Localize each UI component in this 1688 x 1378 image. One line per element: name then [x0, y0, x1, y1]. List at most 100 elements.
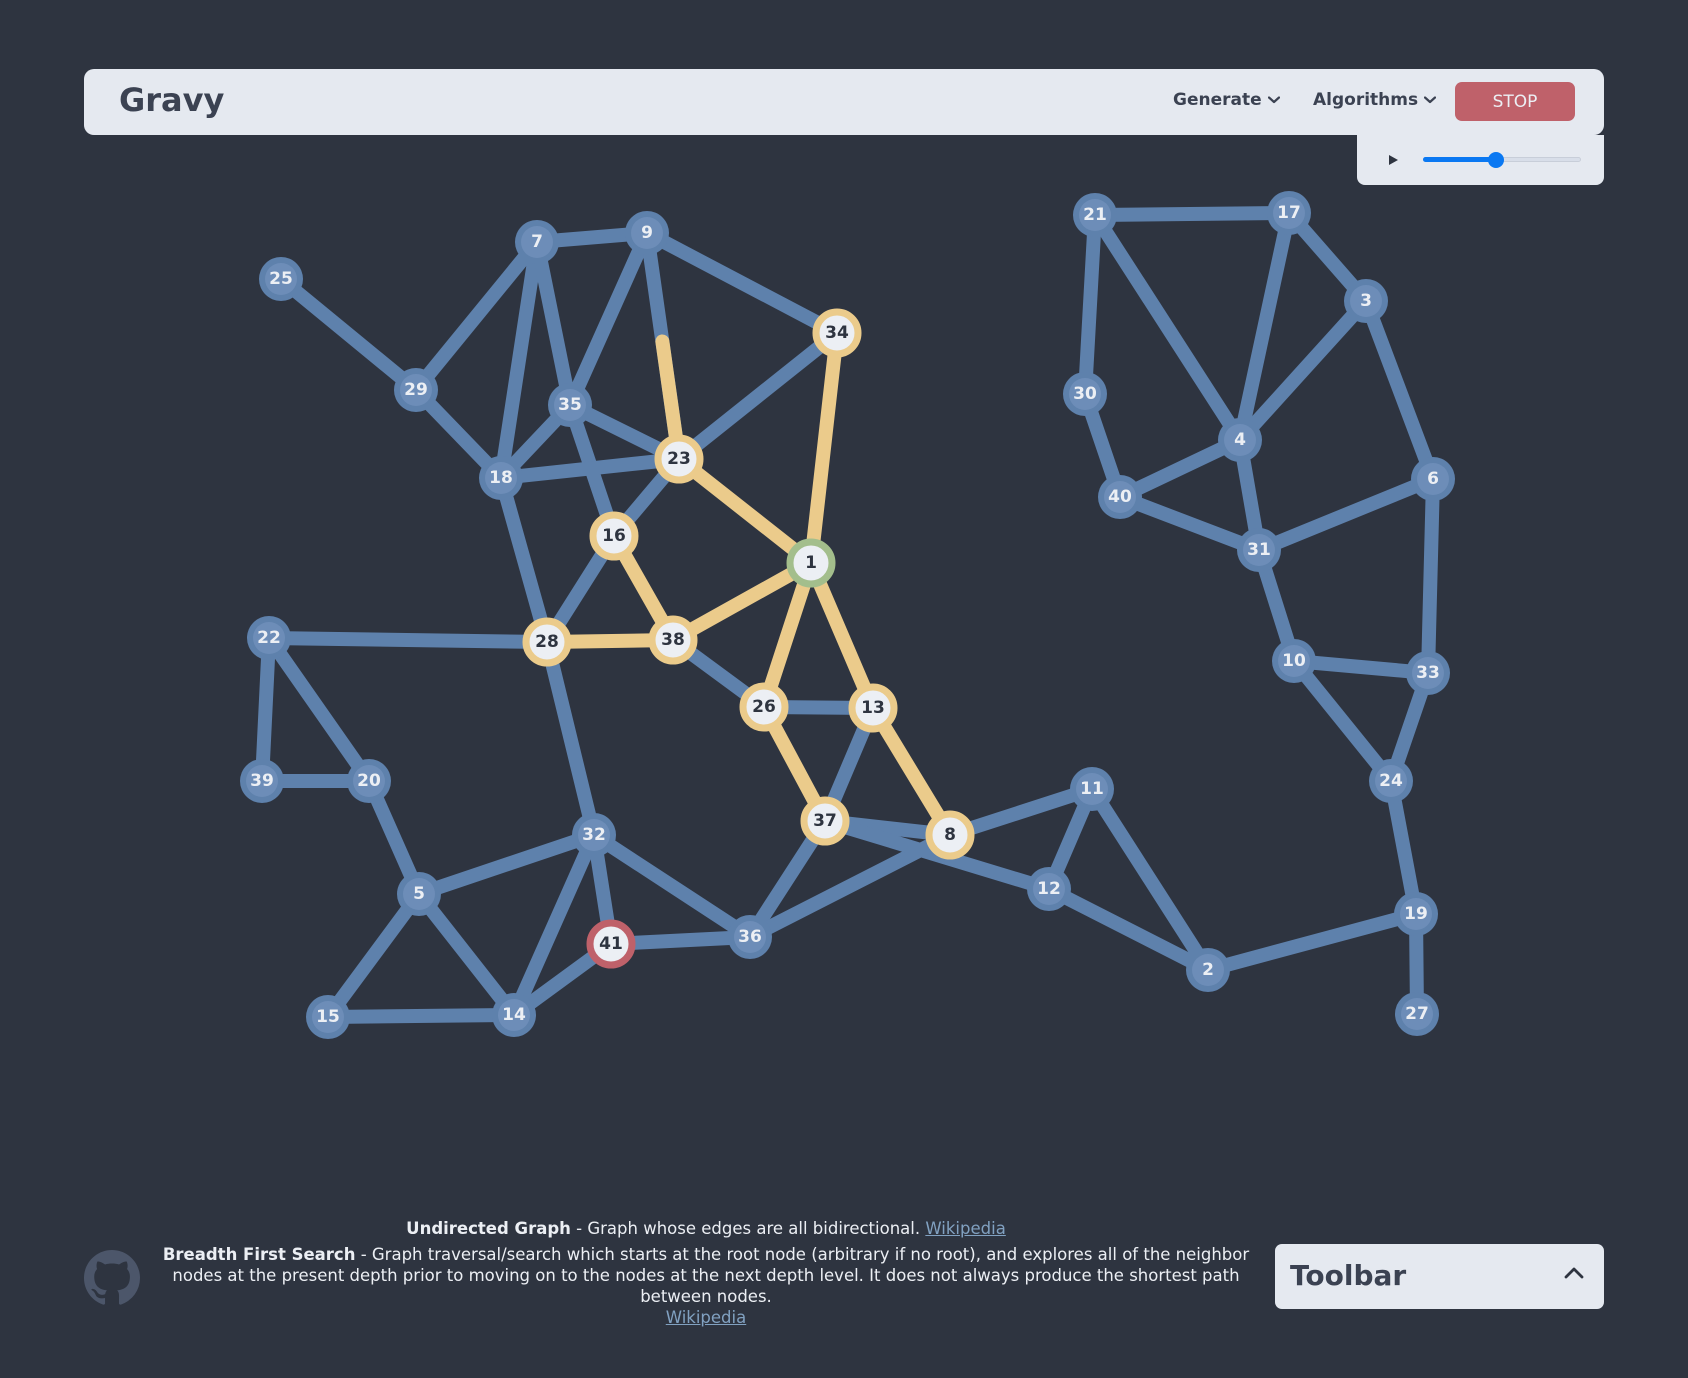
- node-label: 31: [1247, 540, 1271, 560]
- node-40[interactable]: 40: [1098, 475, 1142, 519]
- node-9[interactable]: 9: [625, 211, 669, 255]
- node-6[interactable]: 6: [1411, 457, 1455, 501]
- stop-button[interactable]: STOP: [1455, 82, 1575, 121]
- node-16[interactable]: 16: [589, 511, 639, 561]
- node-label: 41: [599, 934, 623, 954]
- node-35[interactable]: 35: [548, 383, 592, 427]
- toolbar-toggle[interactable]: Toolbar: [1275, 1244, 1604, 1309]
- edge-21-30: [1078, 208, 1102, 401]
- node-label: 40: [1108, 487, 1132, 507]
- edge-22-28: [262, 631, 554, 649]
- node-41[interactable]: 41: [586, 919, 636, 969]
- node-label: 1: [805, 553, 817, 573]
- node-label: 22: [257, 628, 281, 648]
- node-11[interactable]: 11: [1070, 767, 1114, 811]
- edge-18-23: [494, 452, 686, 485]
- node-29[interactable]: 29: [394, 368, 438, 412]
- node-7[interactable]: 7: [515, 220, 559, 264]
- node-31[interactable]: 31: [1237, 528, 1281, 572]
- node-label: 28: [535, 632, 559, 652]
- node-10[interactable]: 10: [1272, 639, 1316, 683]
- node-label: 32: [582, 825, 606, 845]
- node-21[interactable]: 21: [1073, 193, 1117, 237]
- github-link[interactable]: [84, 1250, 140, 1306]
- node-18[interactable]: 18: [479, 456, 523, 500]
- toolbar-title: Toolbar: [1290, 1259, 1407, 1292]
- chevron-down-icon: [1267, 96, 1280, 104]
- node-37[interactable]: 37: [800, 796, 850, 846]
- chevron-down-icon: [1424, 96, 1437, 104]
- node-19[interactable]: 19: [1394, 892, 1438, 936]
- play-button[interactable]: [1381, 148, 1405, 172]
- edge-40-31: [1113, 490, 1266, 557]
- node-34[interactable]: 34: [812, 308, 862, 358]
- node-30[interactable]: 30: [1063, 372, 1107, 416]
- graph-canvas[interactable]: 1234567891011121314151617181920212223242…: [0, 0, 1688, 1378]
- node-33[interactable]: 33: [1406, 651, 1450, 695]
- edge-28-32: [540, 635, 601, 842]
- node-8[interactable]: 8: [925, 810, 975, 860]
- node-label: 13: [861, 698, 885, 718]
- graph-wikipedia-link[interactable]: Wikipedia: [925, 1219, 1005, 1238]
- speed-slider[interactable]: [1423, 152, 1581, 168]
- node-13[interactable]: 13: [848, 683, 898, 733]
- slider-thumb[interactable]: [1487, 152, 1504, 168]
- node-28[interactable]: 28: [522, 617, 572, 667]
- slider-fill: [1423, 157, 1496, 162]
- edge-5-15: [321, 887, 426, 1024]
- node-label: 39: [250, 771, 274, 791]
- play-icon: [1389, 155, 1398, 165]
- edge-9-34: [640, 226, 844, 340]
- graph-type-line: Undirected Graph - Graph whose edges are…: [160, 1218, 1252, 1239]
- node-label: 17: [1277, 203, 1301, 223]
- node-27[interactable]: 27: [1395, 992, 1439, 1036]
- edge-15-14: [321, 1008, 521, 1024]
- node-label: 30: [1073, 384, 1097, 404]
- node-5[interactable]: 5: [397, 872, 441, 916]
- node-label: 11: [1080, 779, 1104, 799]
- node-label: 18: [489, 468, 513, 488]
- algorithm-wikipedia-link[interactable]: Wikipedia: [666, 1308, 746, 1327]
- node-label: 14: [502, 1005, 526, 1025]
- node-24[interactable]: 24: [1369, 759, 1413, 803]
- node-label: 24: [1379, 771, 1403, 791]
- node-2[interactable]: 2: [1186, 948, 1230, 992]
- edge-23-34: [672, 326, 844, 466]
- algorithms-dropdown[interactable]: Algorithms: [1313, 90, 1437, 110]
- node-label: 3: [1360, 291, 1372, 311]
- node-label: 4: [1234, 430, 1246, 450]
- node-20[interactable]: 20: [347, 759, 391, 803]
- node-36[interactable]: 36: [728, 915, 772, 959]
- node-4[interactable]: 4: [1218, 418, 1262, 462]
- node-14[interactable]: 14: [492, 993, 536, 1037]
- node-25[interactable]: 25: [259, 257, 303, 301]
- node-label: 12: [1037, 879, 1061, 899]
- edge-7-35: [530, 235, 577, 412]
- node-39[interactable]: 39: [240, 759, 284, 803]
- node-3[interactable]: 3: [1344, 279, 1388, 323]
- node-label: 33: [1416, 663, 1440, 683]
- algorithms-label: Algorithms: [1313, 90, 1419, 110]
- chevron-up-icon: [1564, 1267, 1584, 1279]
- node-38[interactable]: 38: [648, 615, 698, 665]
- node-label: 21: [1083, 205, 1107, 225]
- node-12[interactable]: 12: [1027, 867, 1071, 911]
- node-label: 35: [558, 395, 582, 415]
- node-32[interactable]: 32: [572, 813, 616, 857]
- node-26[interactable]: 26: [739, 682, 789, 732]
- node-22[interactable]: 22: [247, 616, 291, 660]
- edge-34-1: [804, 326, 844, 570]
- node-label: 15: [316, 1007, 340, 1027]
- node-1[interactable]: 1: [786, 538, 836, 588]
- app-title: Gravy: [119, 81, 225, 119]
- node-label: 26: [752, 697, 776, 717]
- edge-17-21: [1088, 206, 1296, 222]
- node-label: 27: [1405, 1004, 1429, 1024]
- generate-dropdown[interactable]: Generate: [1173, 90, 1280, 110]
- node-23[interactable]: 23: [654, 434, 704, 484]
- node-17[interactable]: 17: [1267, 191, 1311, 235]
- edge-24-10: [1287, 654, 1398, 788]
- node-15[interactable]: 15: [306, 995, 350, 1039]
- edge-6-3: [1359, 294, 1440, 486]
- node-label: 2: [1202, 960, 1214, 980]
